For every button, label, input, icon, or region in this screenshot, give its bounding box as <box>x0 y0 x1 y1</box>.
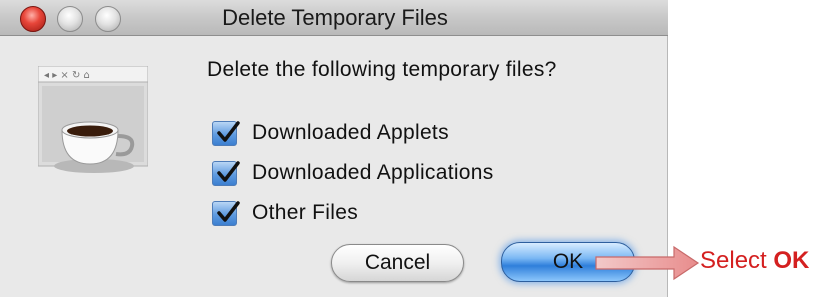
option-downloaded-applets[interactable]: Downloaded Applets <box>212 118 449 148</box>
other-files-label: Other Files <box>252 201 358 224</box>
other-files-checkbox[interactable] <box>212 200 240 226</box>
minimize-window-button[interactable] <box>57 6 83 32</box>
downloaded-applications-checkbox[interactable] <box>212 160 240 186</box>
java-coffee-cup-icon: ◂ ▸ × ↻ ⌂ <box>38 66 148 173</box>
downloaded-applets-checkbox[interactable] <box>212 120 240 146</box>
annotation-emphasis: OK <box>773 247 810 274</box>
dialog-question: Delete the following temporary files? <box>207 58 557 81</box>
svg-text:◂ ▸ × ↻ ⌂: ◂ ▸ × ↻ ⌂ <box>44 70 90 81</box>
checkmark-icon <box>217 200 240 222</box>
checkmark-icon <box>217 120 240 142</box>
title-bar[interactable]: Delete Temporary Files <box>0 0 668 36</box>
downloaded-applications-label: Downloaded Applications <box>252 161 494 184</box>
annotation-select-ok: Select OK <box>700 247 809 275</box>
downloaded-applets-label: Downloaded Applets <box>252 121 449 144</box>
annotation-arrow-icon <box>595 245 700 281</box>
option-downloaded-applications[interactable]: Downloaded Applications <box>212 158 494 188</box>
close-window-button[interactable] <box>20 6 46 32</box>
cancel-button[interactable]: Cancel <box>331 244 464 282</box>
checkmark-icon <box>217 160 240 182</box>
option-other-files[interactable]: Other Files <box>212 198 358 228</box>
delete-temp-files-dialog: Delete Temporary Files ◂ ▸ × ↻ ⌂ Delete … <box>0 0 668 297</box>
annotation-prefix: Select <box>700 247 767 274</box>
window-title: Delete Temporary Files <box>222 5 448 30</box>
zoom-window-button[interactable] <box>95 6 121 32</box>
